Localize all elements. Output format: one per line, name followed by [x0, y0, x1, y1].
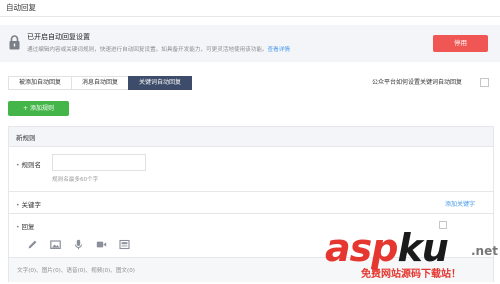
image-icon[interactable]: [50, 239, 63, 250]
keyword-label: • 关键字: [16, 199, 41, 209]
notice-title: 已开启自动回复设置: [27, 33, 90, 41]
video-icon[interactable]: [96, 239, 109, 250]
lock-icon: [9, 35, 20, 50]
watermark-logo: aspku .net 免费网站源码下载站！: [325, 228, 500, 284]
rule-panel-title: 新规则: [16, 134, 36, 142]
watermark-domain: .net: [471, 244, 498, 258]
reply-toolbar: [27, 239, 142, 250]
watermark-brand-part2: ku: [397, 226, 448, 270]
tab-bar: 被添加自动回复 消息自动回复 关键词自动回复: [8, 76, 193, 90]
microphone-icon[interactable]: [73, 239, 86, 250]
divider: [9, 191, 493, 192]
notice-description: 通过编辑内容或关键词规则，快速进行自动回复设置。如具备开发能力，可更灵活地使用该…: [27, 45, 290, 53]
page-title: 自动回复: [6, 3, 36, 12]
watermark-brand: aspku: [325, 226, 449, 270]
page-header: 自动回复: [0, 0, 500, 16]
tab-keyword-auto-reply[interactable]: 关键词自动回复: [128, 76, 193, 90]
help-link[interactable]: 公众平台如何设置关键词自动回复: [372, 77, 462, 86]
rule-name-hint: 规则名最多60个字: [52, 177, 99, 183]
help-checkbox[interactable]: [480, 78, 489, 87]
reply-label: • 回复: [16, 221, 34, 231]
plus-icon: +: [23, 105, 30, 112]
reply-summary: 文字(0)、图片(0)、语音(0)、视频(0)、图文(0): [17, 268, 135, 274]
rule-panel-header: 新规则: [9, 127, 493, 147]
tab-added-auto-reply[interactable]: 被添加自动回复: [8, 76, 73, 90]
header-divider: [0, 16, 500, 17]
watermark-slogan: 免费网站源码下载站！: [361, 269, 461, 280]
stop-button[interactable]: 停用: [433, 35, 488, 52]
pencil-icon[interactable]: [27, 239, 40, 250]
news-icon[interactable]: [119, 239, 132, 250]
notice-desc-text: 通过编辑内容或关键词规则，快速进行自动回复设置。如具备开发能力，可更灵活地使用该…: [27, 47, 268, 53]
view-details-link[interactable]: 查看详情: [268, 47, 290, 53]
add-keyword-link[interactable]: 添加关键字: [445, 199, 475, 208]
rule-name-input[interactable]: [52, 154, 146, 171]
watermark-brand-part1: asp: [325, 226, 398, 270]
status-notice: 已开启自动回复设置 通过编辑内容或关键词规则，快速进行自动回复设置。如具备开发能…: [0, 25, 500, 62]
tab-message-auto-reply[interactable]: 消息自动回复: [71, 76, 130, 90]
reply-text: 回复: [21, 223, 35, 231]
rule-name-label: • 规则名: [16, 159, 41, 169]
divider: [9, 213, 493, 214]
keyword-text: 关键字: [21, 201, 41, 209]
rule-name-text: 规则名: [21, 161, 41, 169]
add-rule-label: 添加规则: [29, 105, 54, 112]
add-rule-button[interactable]: + 添加规则: [8, 101, 69, 116]
